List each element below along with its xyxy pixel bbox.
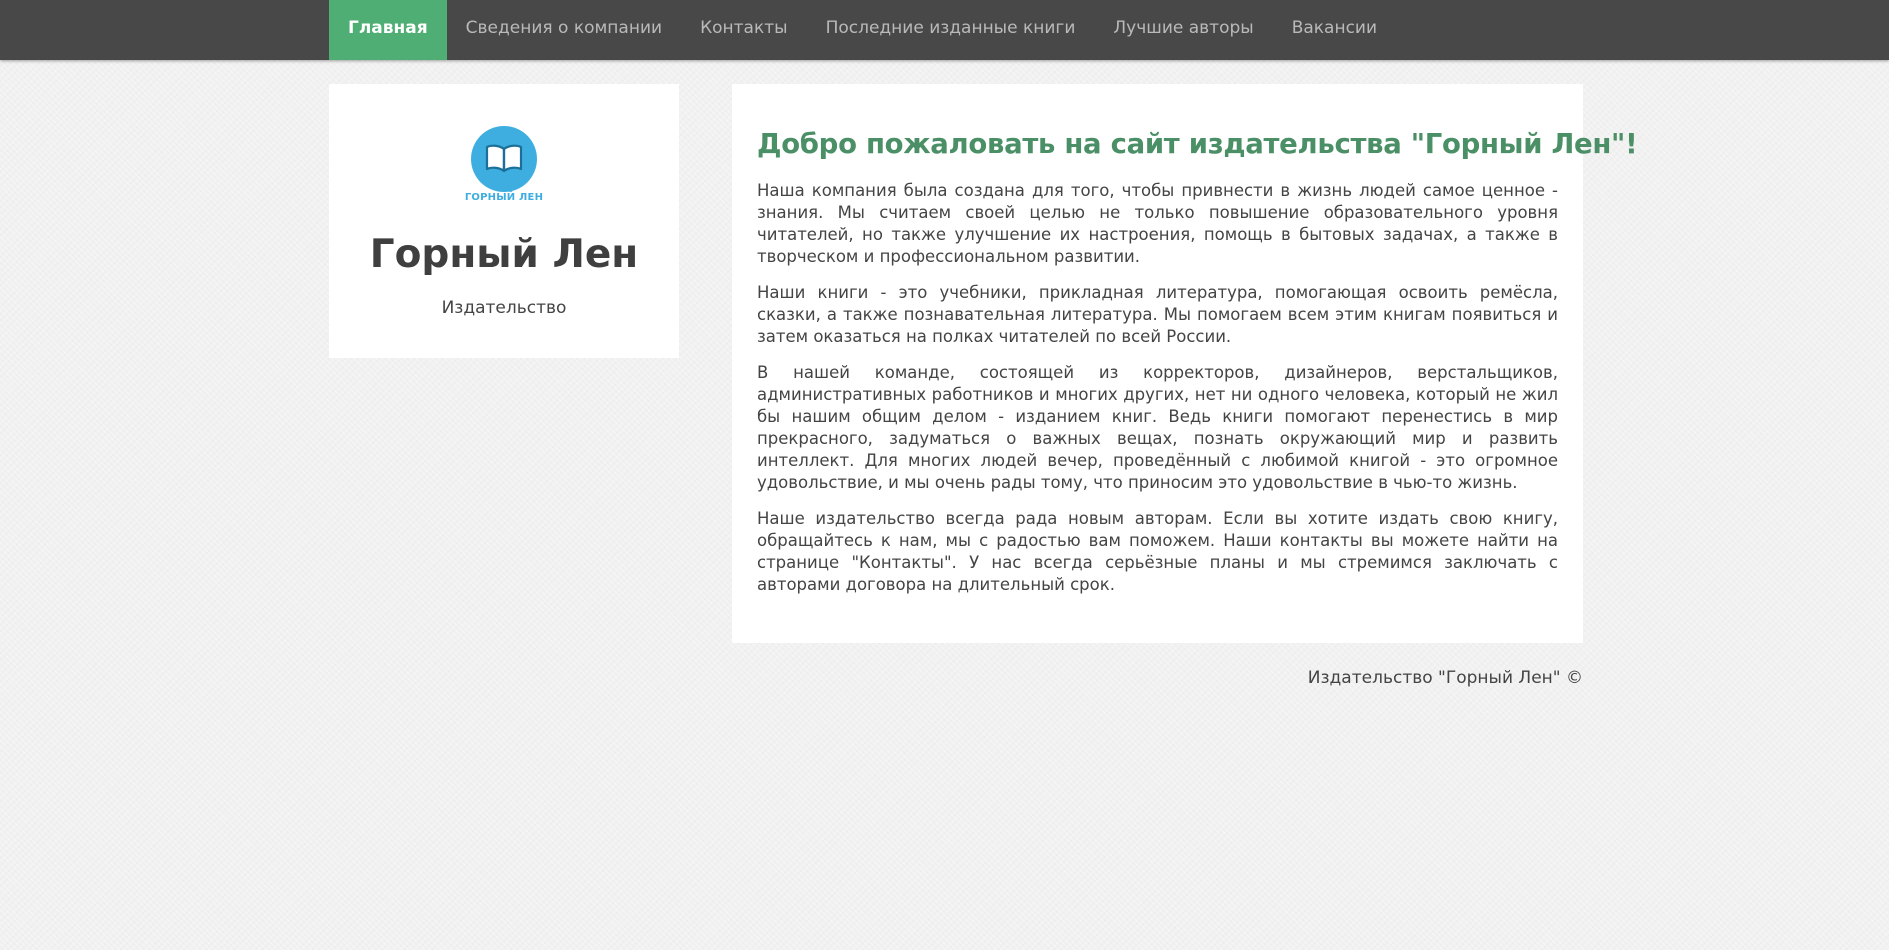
logo-text: ГОРНЫЙ ЛЕН [464, 192, 544, 203]
sidebar-card: ГОРНЫЙ ЛЕН Горный Лен Издательство [329, 84, 679, 358]
top-navbar: Главная Сведения о компании Контакты Пос… [0, 0, 1889, 60]
nav-menu: Главная Сведения о компании Контакты Пос… [329, 0, 1396, 60]
publisher-logo: ГОРНЫЙ ЛЕН [465, 126, 543, 206]
site-title: Горный Лен [369, 232, 639, 277]
nav-item-about[interactable]: Сведения о компании [447, 0, 681, 60]
content-paragraph: Наши книги - это учебники, прикладная ли… [757, 283, 1558, 346]
nav-item-home[interactable]: Главная [329, 0, 447, 60]
nav-item-vacancies[interactable]: Вакансии [1273, 0, 1396, 60]
page-title: Добро пожаловать на сайт издательства "Г… [757, 128, 1638, 160]
nav-item-contacts[interactable]: Контакты [681, 0, 807, 60]
content-paragraph: Наше издательство всегда рада новым авто… [757, 509, 1558, 594]
site-subtitle: Издательство [441, 298, 567, 318]
nav-item-latest-books[interactable]: Последние изданные книги [807, 0, 1095, 60]
content-paragraph: Наша компания была создана для того, что… [757, 181, 1558, 266]
footer-copyright: Издательство "Горный Лен" © [1307, 668, 1583, 688]
open-book-icon [471, 126, 537, 192]
nav-item-best-authors[interactable]: Лучшие авторы [1094, 0, 1272, 60]
main-content: Добро пожаловать на сайт издательства "Г… [732, 84, 1638, 643]
content-paragraph: В нашей команде, состоящей из корректоро… [757, 363, 1558, 492]
